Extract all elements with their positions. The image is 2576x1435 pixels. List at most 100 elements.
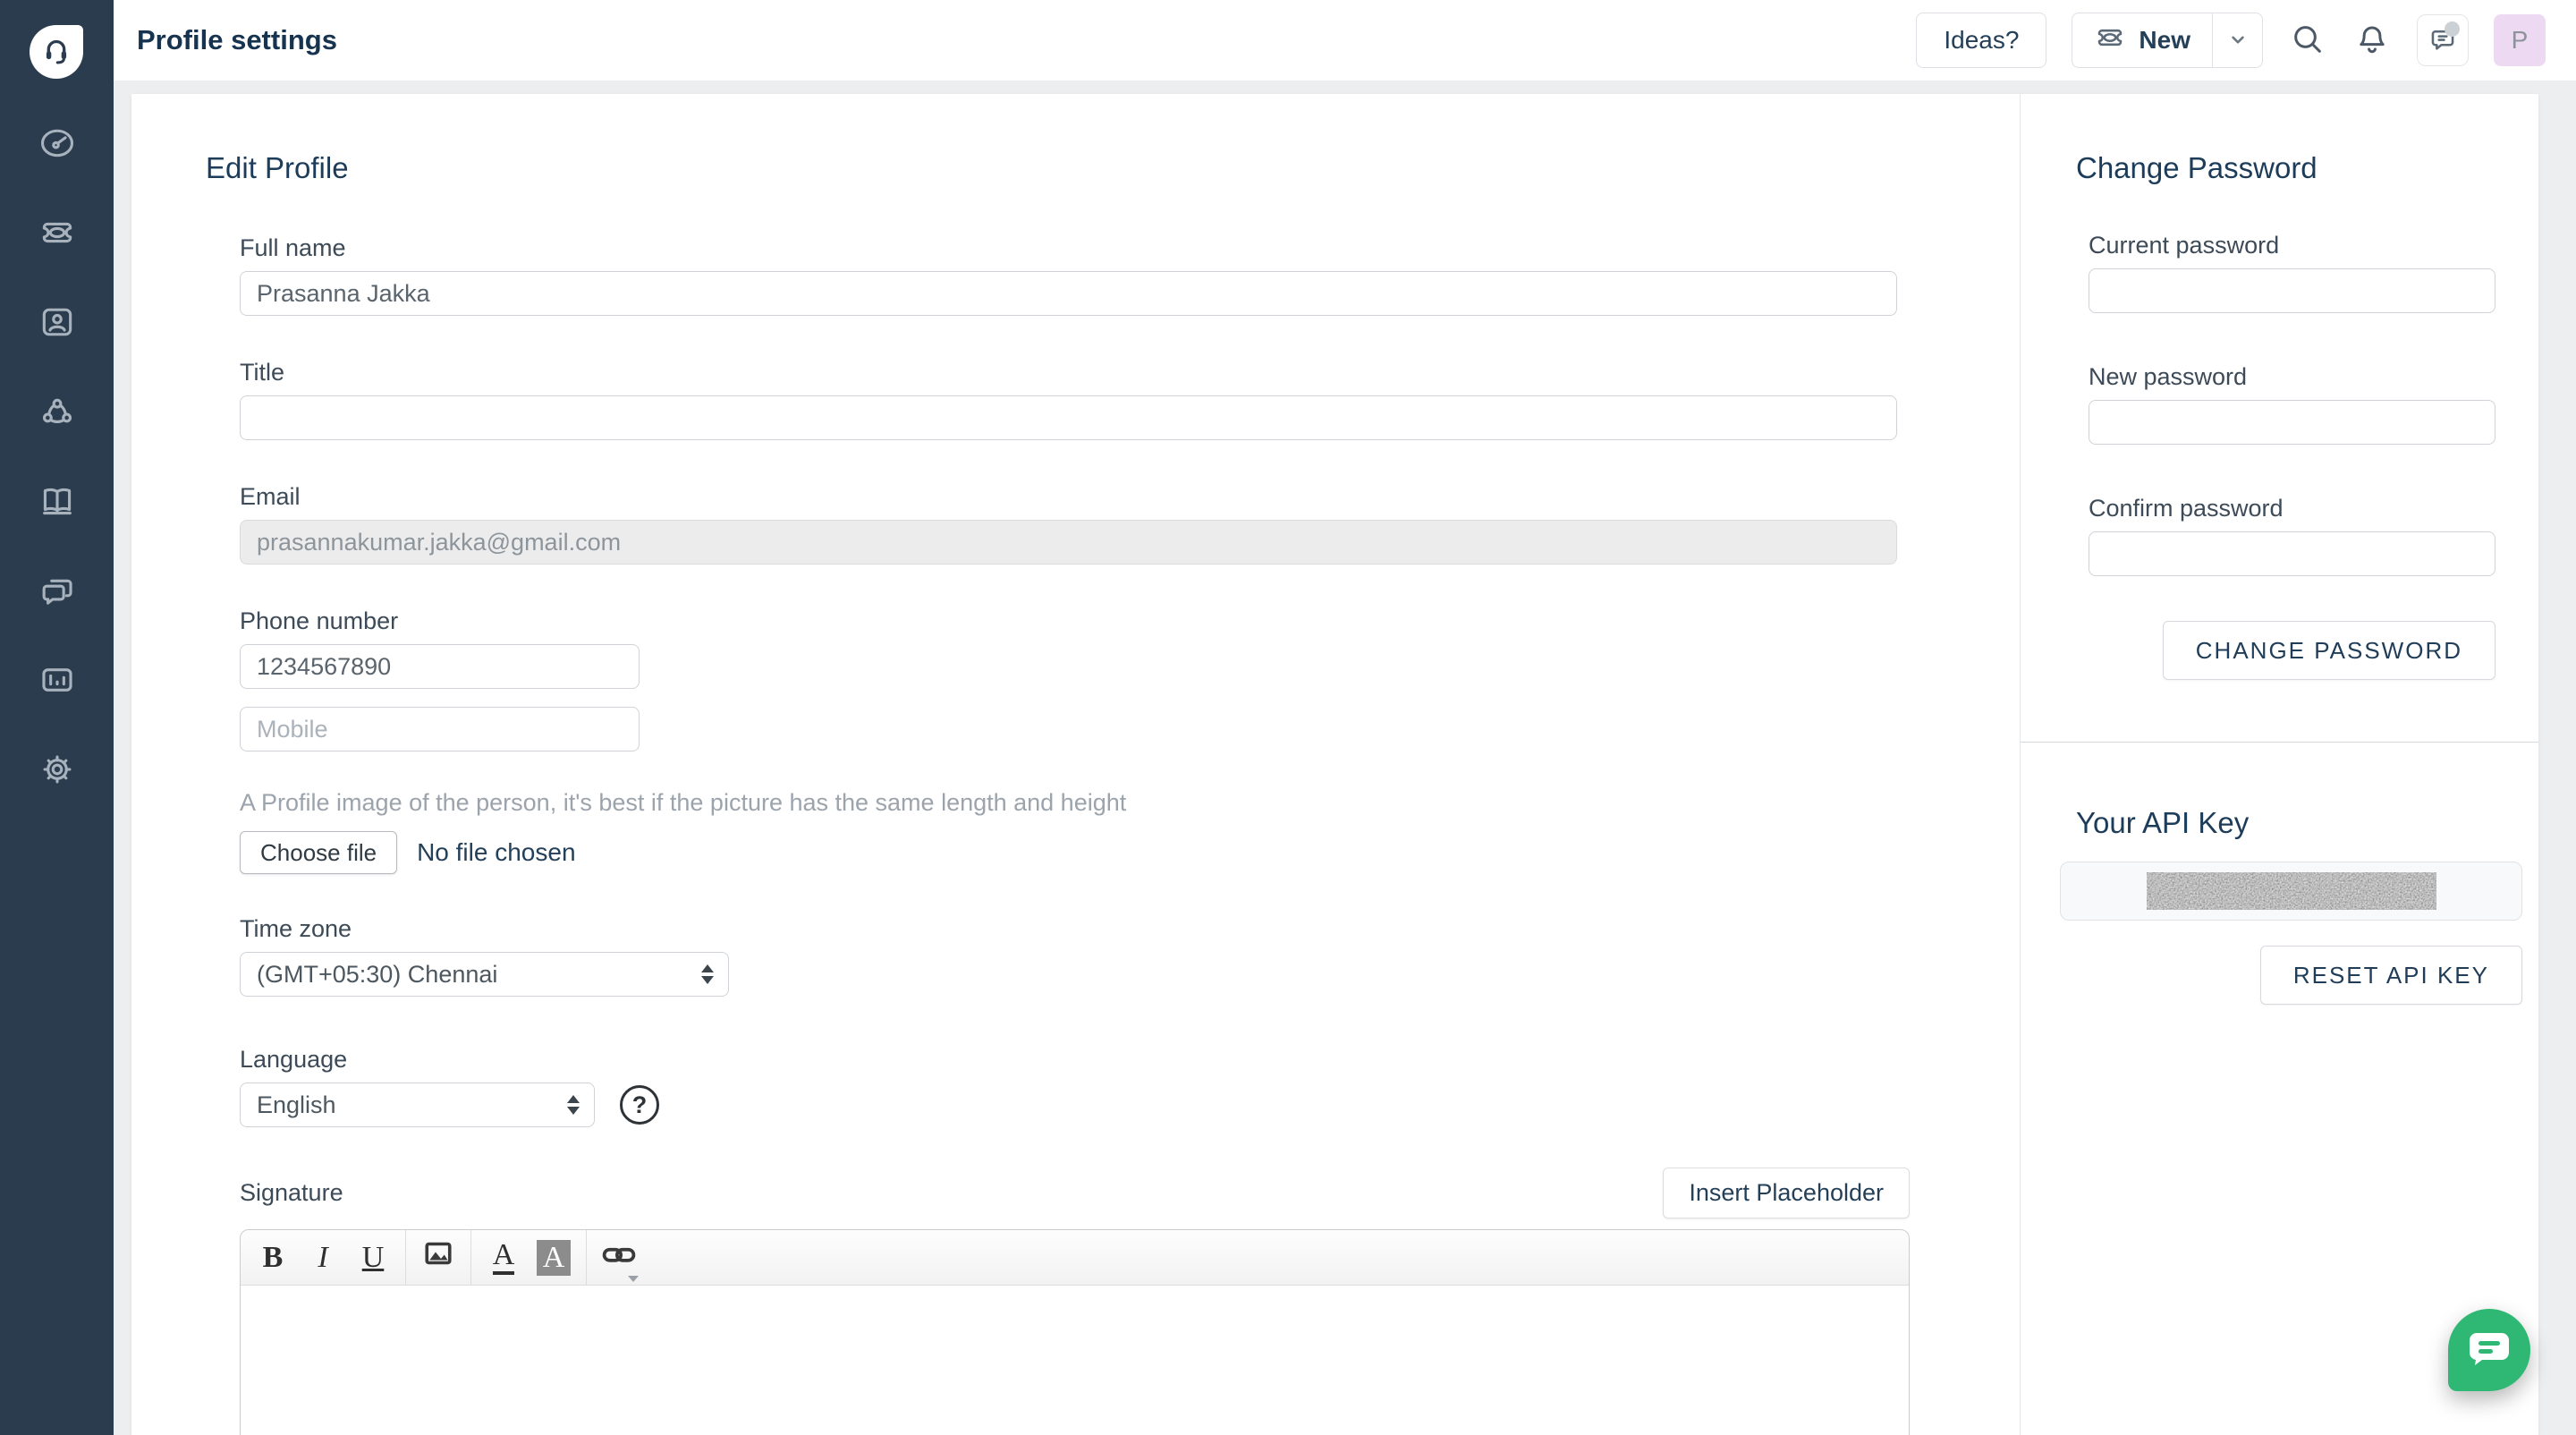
sidebar-nav [0,125,114,791]
email-group: Email [240,483,1897,565]
language-label: Language [240,1046,1897,1074]
link-dropdown-caret-icon [628,1276,639,1282]
new-password-label: New password [2089,363,2496,391]
sidebar-item-customers[interactable] [38,394,77,433]
insert-link-icon [601,1235,637,1279]
sidebar-item-reports[interactable] [38,662,77,701]
change-password-button[interactable]: CHANGE PASSWORD [2163,621,2496,680]
underline-button[interactable]: U [348,1230,398,1285]
tickets-icon [38,213,77,257]
edit-profile-form: Full name Title Email Phone number [240,234,1897,1435]
title-input[interactable] [240,395,1897,440]
signature-toolbar: B I U [241,1230,1909,1286]
italic-button[interactable]: I [298,1230,348,1285]
question-circle-icon[interactable]: ? [620,1085,659,1125]
insert-link-button[interactable] [594,1230,644,1285]
insert-image-icon [422,1237,454,1278]
api-key-display [2060,862,2522,921]
chat-bubble-icon [2468,1331,2511,1370]
title-group: Title [240,359,1897,440]
new-password-group: New password [2089,363,2496,445]
background-color-button[interactable]: A [529,1230,579,1285]
search-icon [2290,21,2326,60]
chevron-down-icon [2226,28,2250,54]
conversations-icon [38,571,77,615]
full-name-input[interactable] [240,271,1897,316]
notifications-button[interactable] [2352,21,2392,60]
content-area: Edit Profile Full name Title Email [114,81,2576,1435]
messages-button[interactable] [2417,14,2469,66]
sidebar-item-conversations[interactable] [38,573,77,612]
change-password-heading: Change Password [2076,151,2524,185]
sidebar [0,0,114,1435]
sidebar-item-tickets[interactable] [38,215,77,254]
select-spinner-icon [701,964,714,984]
language-group: Language English ? [240,1046,1897,1127]
no-file-chosen-text: No file chosen [417,838,575,867]
change-password-form: Current password New password Confirm pa… [2089,232,2496,680]
api-key-heading: Your API Key [2076,806,2522,840]
phone-input[interactable] [240,644,640,689]
new-button[interactable]: New [2072,13,2212,67]
signature-label: Signature [240,1179,343,1207]
api-key-redacted-noise [2147,872,2436,910]
confirm-password-label: Confirm password [2089,495,2496,522]
email-label: Email [240,483,1897,511]
signature-editor: B I U [240,1229,1910,1435]
search-button[interactable] [2288,21,2327,60]
knowledge-base-icon [38,481,77,525]
section-divider [2021,742,2538,743]
timezone-select[interactable]: (GMT+05:30) Chennai [240,952,729,997]
signature-editor-content[interactable] [241,1286,1909,1435]
sidebar-item-knowledge-base[interactable] [38,483,77,522]
timezone-value: (GMT+05:30) Chennai [257,961,497,989]
phone-group: Phone number [240,607,1897,751]
right-panel: Change Password Current password New pas… [2021,94,2538,1435]
contacts-icon [38,302,77,346]
current-password-group: Current password [2089,232,2496,313]
headset-logo-icon [39,33,73,72]
profile-image-upload: Choose file No file chosen [240,831,1897,874]
current-password-label: Current password [2089,232,2496,259]
new-password-input[interactable] [2089,400,2496,445]
profile-image-help-text: A Profile image of the person, it's best… [240,789,1897,817]
notification-dot [2445,21,2460,37]
ideas-button[interactable]: Ideas? [1916,13,2046,68]
customers-icon [38,392,77,436]
choose-file-button[interactable]: Choose file [240,831,397,874]
reset-api-key-button[interactable]: RESET API KEY [2260,946,2522,1005]
confirm-password-input[interactable] [2089,531,2496,576]
sidebar-item-dashboard[interactable] [38,125,77,165]
new-split-button: New [2072,13,2263,68]
settings-icon [38,750,77,794]
ticket-icon [2094,21,2126,60]
sidebar-item-settings[interactable] [38,751,77,791]
topbar-actions: Ideas? New [1916,13,2576,68]
page-title: Profile settings [137,24,337,56]
signature-header-row: Signature Insert Placeholder [240,1168,1910,1218]
app-root: Profile settings Ideas? New [0,0,2576,1435]
select-spinner-icon [567,1095,580,1115]
font-color-button[interactable]: A [479,1230,529,1285]
app-logo[interactable] [30,25,83,79]
mobile-input[interactable] [240,707,640,751]
settings-card: Edit Profile Full name Title Email [131,94,2538,1435]
bell-icon [2354,21,2390,60]
avatar[interactable]: P [2494,14,2546,66]
new-dropdown-button[interactable] [2212,13,2262,67]
bold-button[interactable]: B [248,1230,298,1285]
chat-launcher-button[interactable] [2448,1309,2530,1391]
insert-placeholder-button[interactable]: Insert Placeholder [1663,1168,1910,1218]
sidebar-item-contacts[interactable] [38,304,77,344]
edit-profile-section: Edit Profile Full name Title Email [131,94,2021,1435]
insert-image-button[interactable] [413,1230,463,1285]
language-select[interactable]: English [240,1083,595,1127]
new-button-label: New [2139,26,2190,55]
phone-label: Phone number [240,607,1897,635]
email-field [240,520,1897,565]
full-name-group: Full name [240,234,1897,316]
full-name-label: Full name [240,234,1897,262]
current-password-input[interactable] [2089,268,2496,313]
api-key-section: Your API Key [2060,806,2522,1005]
timezone-label: Time zone [240,915,1897,943]
